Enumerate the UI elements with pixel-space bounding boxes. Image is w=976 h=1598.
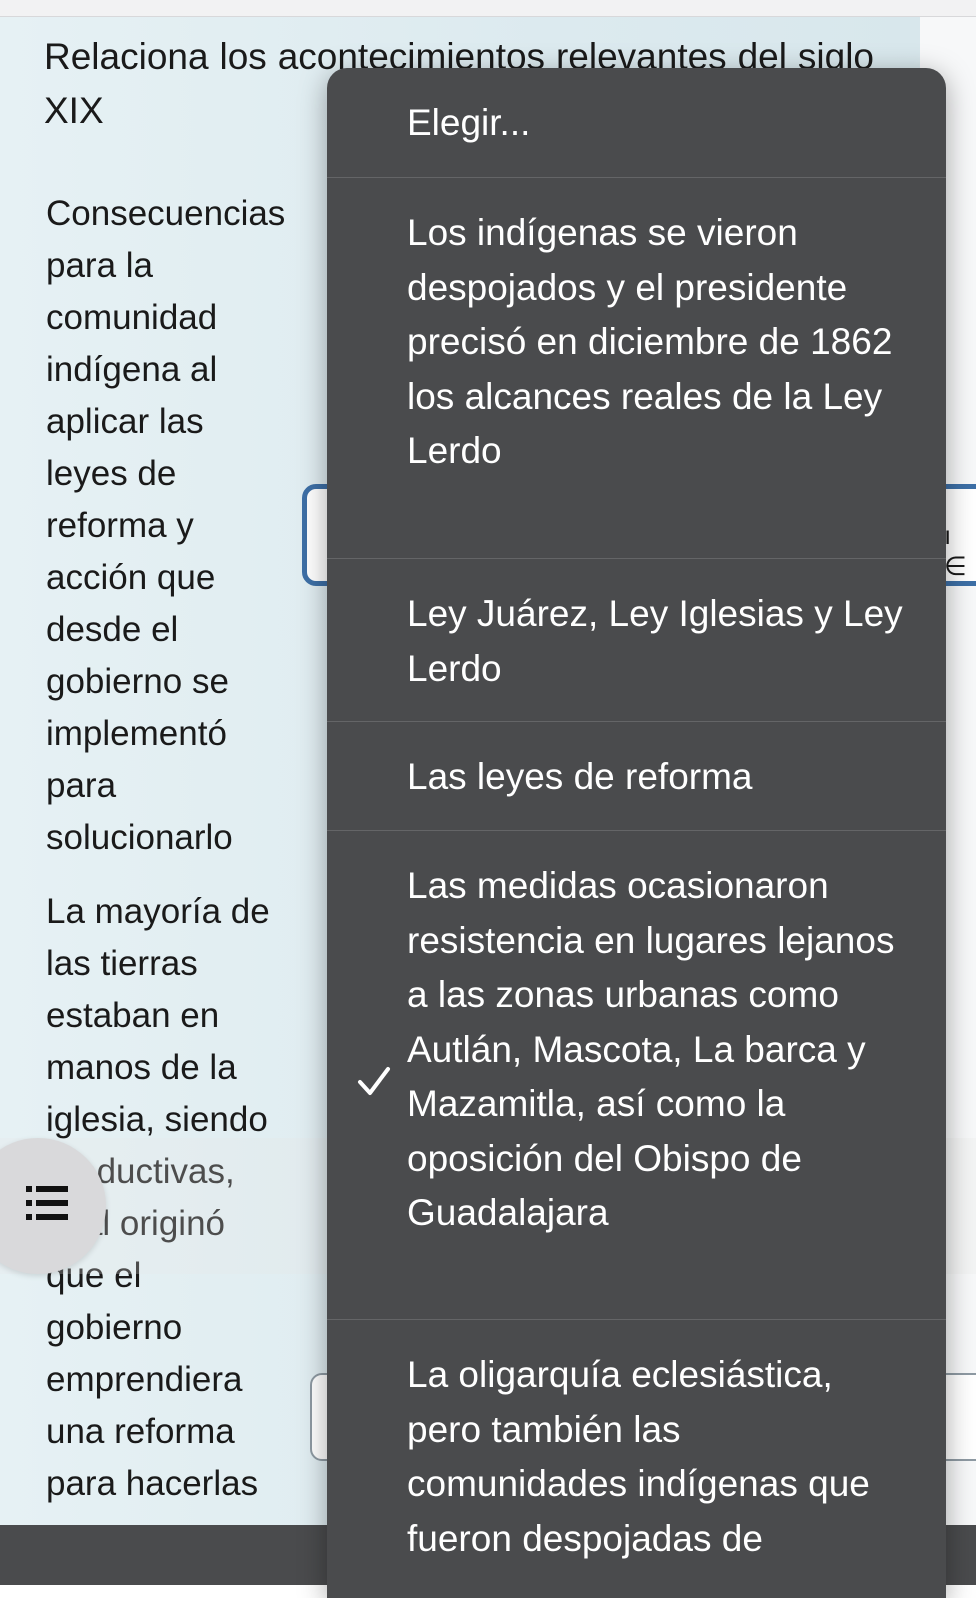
option-label: Ley Juárez, Ley Iglesias y Ley Lerdo [407,593,903,689]
option-label: Las leyes de reforma [407,756,753,797]
answer-select-1-edge: ı ∈ [944,520,967,581]
select-dropdown-menu: Elegir... Los indígenas se vieron despoj… [327,68,946,1598]
dropdown-option[interactable]: Ley Juárez, Ley Iglesias y Ley Lerdo [327,558,946,722]
dropdown-option[interactable]: Los indígenas se vieron despojados y el … [327,177,946,559]
dropdown-option-selected[interactable]: Las medidas ocasionaron resistencia en l… [327,830,946,1320]
option-label: La oligarquía eclesiástica, pero también… [407,1354,870,1559]
dropdown-option[interactable]: Las leyes de reforma [327,721,946,831]
top-strip [0,0,976,17]
dropdown-option[interactable]: La oligarquía eclesiástica, pero también… [327,1319,946,1598]
checkmark-icon [358,1067,390,1095]
list-icon [26,1186,68,1220]
option-label: Las medidas ocasionaron resistencia en l… [407,865,895,1233]
match-prompt-1: Consecuencias para la comunidad indígena… [46,194,286,857]
option-label: Los indígenas se vieron despojados y el … [407,212,893,471]
option-label: Elegir... [407,102,531,143]
dropdown-option-placeholder[interactable]: Elegir... [327,68,946,178]
